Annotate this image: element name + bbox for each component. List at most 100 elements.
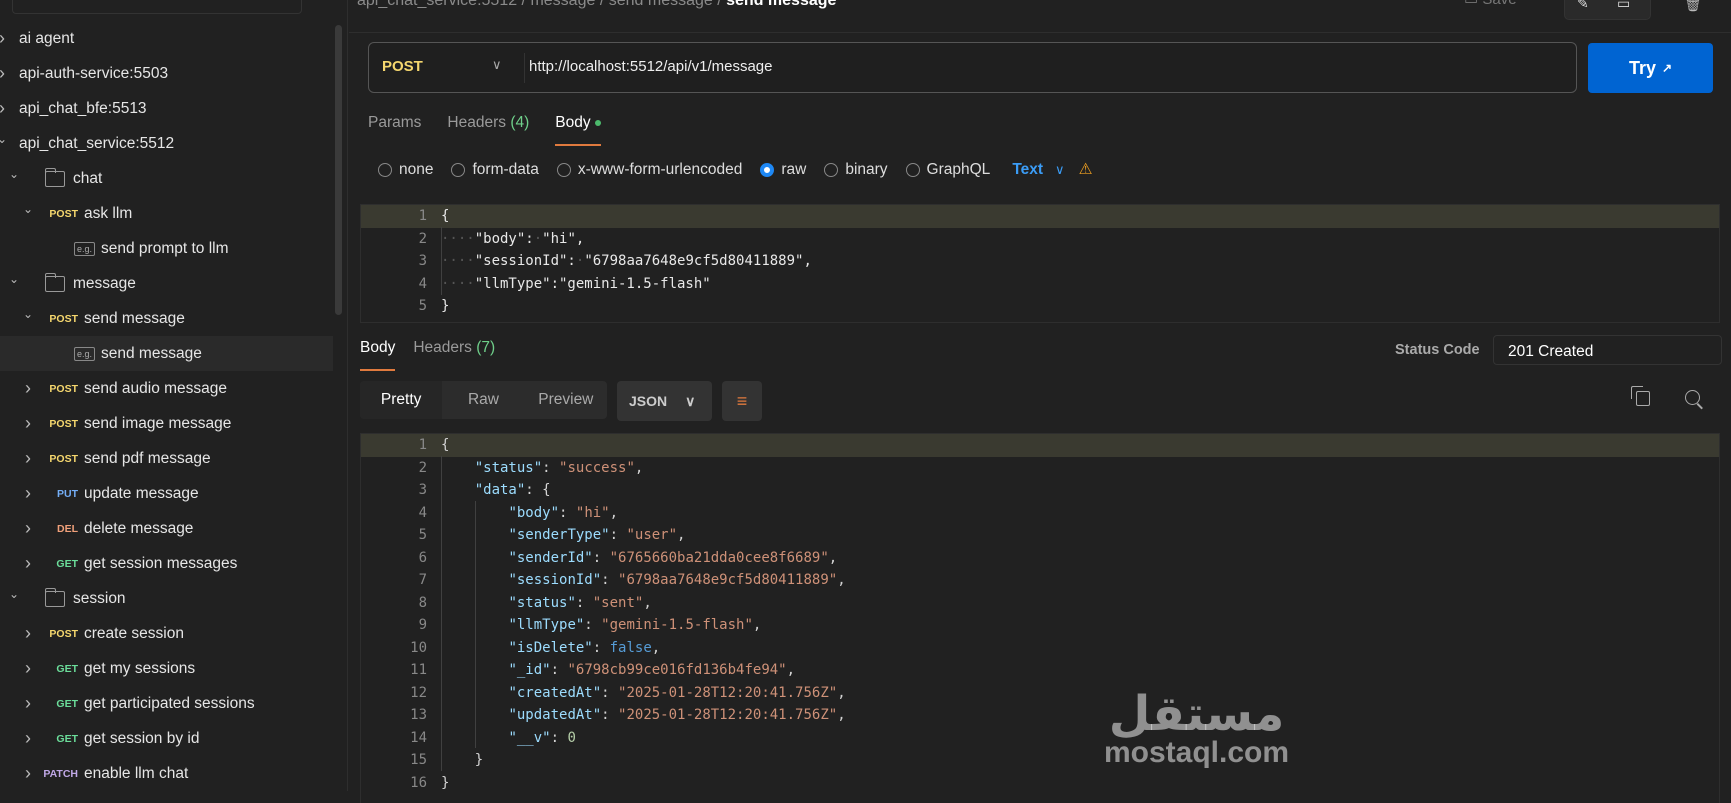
chevron-right-icon[interactable]: › <box>22 413 34 434</box>
chevron-right-icon[interactable]: › <box>22 693 34 714</box>
sidebar-item[interactable]: › GET get session messages <box>0 546 333 581</box>
indent-guide <box>441 227 442 295</box>
radio-raw[interactable]: raw <box>760 161 806 179</box>
radio-circle[interactable] <box>378 162 392 177</box>
radio-graphql[interactable]: GraphQL <box>905 161 990 179</box>
url-input[interactable]: http://localhost:5512/api/v1/message <box>522 58 773 75</box>
chevron-down-icon[interactable]: ⌄ <box>8 272 20 286</box>
tab-body[interactable]: Body <box>555 114 601 146</box>
response-body-viewer[interactable]: 1{2 "status": "success", 3 "data": {4 "bo… <box>360 433 1720 803</box>
chevron-right-icon[interactable]: › <box>22 518 34 539</box>
chevron-down-icon[interactable]: ∨ <box>1055 162 1065 178</box>
radio-form-data[interactable]: form-data <box>451 161 539 179</box>
sidebar-item[interactable]: › GET get session by id <box>0 721 333 756</box>
chevron-right-icon[interactable]: › <box>22 623 34 644</box>
sidebar-item[interactable]: › api-auth-service:5503 <box>0 56 333 91</box>
chevron-right-icon[interactable]: › <box>22 763 34 784</box>
method-select[interactable]: POST <box>382 58 423 75</box>
format-select[interactable]: JSON ∨ <box>617 381 712 421</box>
try-button[interactable]: Try ↗ <box>1588 43 1713 93</box>
chevron-down-icon[interactable]: ⌄ <box>8 587 20 601</box>
view-pretty[interactable]: Pretty <box>360 381 443 419</box>
radio-circle[interactable] <box>451 162 466 177</box>
code-text: } <box>441 774 450 791</box>
chevron-right-icon[interactable]: › <box>22 728 34 749</box>
example-icon: e.g. <box>74 241 96 256</box>
sidebar-item[interactable]: ⌄ POST send message <box>0 301 333 336</box>
sidebar-item[interactable]: › ai agent <box>0 21 333 56</box>
chevron-right-icon[interactable]: › <box>22 378 34 399</box>
chevron-down-icon[interactable]: ⌄ <box>0 132 8 146</box>
sidebar-item[interactable]: ⌄ POST ask llm <box>0 196 333 231</box>
view-preview[interactable]: Preview <box>525 381 607 419</box>
chevron-down-icon: ∨ <box>685 392 696 409</box>
breadcrumb-item[interactable]: api_chat_service:5512 <box>357 0 517 9</box>
chevron-right-icon[interactable]: › <box>0 63 8 84</box>
chevron-right-icon[interactable]: › <box>0 98 8 119</box>
sidebar-item[interactable]: ⌄ chat <box>0 161 333 196</box>
copy-icon[interactable] <box>1631 386 1650 406</box>
raw-type-select[interactable]: Text <box>1012 161 1043 179</box>
sidebar-item[interactable]: › POST send audio message <box>0 371 333 406</box>
breadcrumb-item[interactable]: send message <box>609 0 713 9</box>
response-tabs: Body Headers (7) <box>360 339 495 371</box>
code-line: 9 "llmType": "gemini-1.5-flash", <box>361 614 1719 637</box>
chevron-right-icon[interactable]: › <box>22 553 34 574</box>
chevron-down-icon[interactable]: ⌄ <box>8 167 20 181</box>
sidebar-item[interactable]: › PUT update message <box>0 476 333 511</box>
sidebar-item[interactable]: › GET get participated sessions <box>0 686 333 721</box>
sidebar-item[interactable]: e.g. send prompt to llm <box>0 231 333 266</box>
radio-binary[interactable]: binary <box>824 161 888 179</box>
sidebar-item[interactable]: › POST create session <box>0 616 333 651</box>
sidebar-item-label: get participated sessions <box>84 694 255 712</box>
chevron-right-icon[interactable]: › <box>22 448 34 469</box>
radio-circle[interactable] <box>760 162 775 177</box>
tab-response-headers[interactable]: Headers (7) <box>413 339 495 369</box>
sidebar-item[interactable]: › GET get my sessions <box>0 651 333 686</box>
sidebar-item[interactable]: › api_chat_bfe:5513 <box>0 91 333 126</box>
edit-icon[interactable]: ✎ <box>1577 0 1589 12</box>
tab-params[interactable]: Params <box>368 114 421 144</box>
wrap-lines-button[interactable]: ≡ <box>722 381 762 421</box>
search-icon[interactable] <box>1685 390 1700 405</box>
line-number: 11 <box>410 662 427 679</box>
tab-headers[interactable]: Headers (4) <box>447 114 529 144</box>
sidebar-item[interactable]: ⌄ session <box>0 581 333 616</box>
sidebar-item[interactable]: ⌄ api_chat_service:5512 <box>0 126 333 161</box>
sidebar-scrollbar[interactable] <box>335 25 342 315</box>
trash-icon[interactable]: 🗑 <box>1684 0 1702 13</box>
sidebar-item[interactable]: › POST send pdf message <box>0 441 333 476</box>
view-raw[interactable]: Raw <box>442 381 524 419</box>
sidebar-item[interactable]: › PATCH enable llm chat <box>0 756 333 791</box>
chevron-down-icon[interactable]: ⌄ <box>22 307 34 321</box>
chevron-right-icon[interactable]: › <box>0 28 8 49</box>
breadcrumb-item[interactable]: message <box>530 0 595 9</box>
code-line: 5 "senderType": "user", <box>361 524 1719 547</box>
radio-circle[interactable] <box>556 162 571 177</box>
warning-icon[interactable]: ⚠ <box>1079 160 1093 179</box>
folder-icon <box>44 272 65 292</box>
sidebar-item[interactable]: e.g. send message <box>0 336 333 371</box>
chevron-down-icon[interactable]: ∨ <box>492 57 502 73</box>
save-icon: ▭ <box>1464 0 1478 8</box>
comment-icon[interactable]: ▭ <box>1617 0 1630 12</box>
sidebar-item[interactable]: › DEL delete message <box>0 511 333 546</box>
tab-response-body[interactable]: Body <box>360 339 396 371</box>
sidebar-item-label: session <box>73 589 126 607</box>
save-button[interactable]: ▭ Save <box>1464 0 1517 8</box>
sidebar-item[interactable]: ⌄ message <box>0 266 333 301</box>
chevron-right-icon[interactable]: › <box>22 483 34 504</box>
sidebar-item[interactable]: › POST send image message <box>0 406 333 441</box>
sidebar-search-input[interactable] <box>12 0 302 14</box>
sidebar-item-label: send message <box>101 344 202 362</box>
line-number: 10 <box>410 639 427 656</box>
radio-circle[interactable] <box>905 162 920 177</box>
sidebar-item-label: chat <box>73 169 103 187</box>
radio-x-www-form-urlencoded[interactable]: x-www-form-urlencoded <box>556 161 742 179</box>
chevron-down-icon[interactable]: ⌄ <box>22 202 34 216</box>
request-body-editor[interactable]: 1{2 ····"body":·"hi", 3 ····"sessionId":·"6… <box>360 204 1720 323</box>
chevron-right-icon[interactable]: › <box>22 658 34 679</box>
radio-circle[interactable] <box>824 162 839 177</box>
radio-none[interactable]: none <box>378 161 433 179</box>
line-number: 9 <box>418 617 427 634</box>
